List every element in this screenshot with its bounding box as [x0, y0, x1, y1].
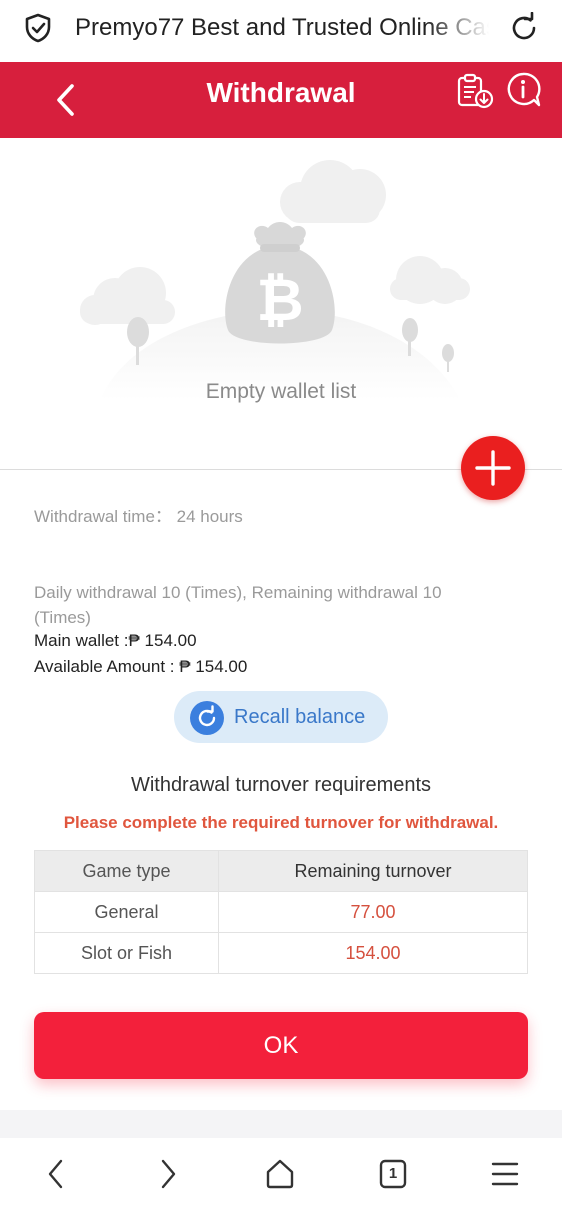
main-wallet-text: Main wallet :₱ 154.00 [34, 631, 197, 650]
back-icon[interactable] [38, 1156, 74, 1192]
recall-balance-button[interactable]: Recall balance [174, 691, 388, 743]
page-footer-strip [0, 1110, 562, 1138]
remaining-turnover-cell: 77.00 [218, 891, 528, 933]
browser-address-bar: Premyo77 Best and Trusted Online Casino [0, 0, 562, 62]
empty-wallet-text: Empty wallet list [205, 380, 357, 403]
home-icon[interactable] [262, 1156, 298, 1192]
forward-icon[interactable] [150, 1156, 186, 1192]
turnover-warning: Please complete the required turnover fo… [63, 813, 499, 832]
records-clipboard-icon[interactable] [456, 73, 494, 109]
column-header-game-type: Game type [34, 850, 219, 892]
remaining-turnover-cell: 154.00 [218, 932, 528, 974]
withdrawal-time-text: Withdrawal time： 24 hours [34, 507, 243, 526]
refresh-icon [190, 701, 224, 735]
info-help-icon[interactable] [504, 71, 542, 109]
reload-icon[interactable] [508, 12, 540, 44]
table-row: General 77.00 [34, 891, 528, 933]
turnover-title: Withdrawal turnover requirements [130, 774, 432, 796]
table-row: Slot or Fish 154.00 [34, 932, 528, 974]
tabs-button[interactable]: 1 [375, 1156, 411, 1192]
menu-icon[interactable] [487, 1156, 523, 1192]
ok-button[interactable]: OK [34, 1012, 528, 1079]
add-wallet-button[interactable] [461, 436, 525, 500]
app-header: Withdrawal [0, 62, 562, 138]
empty-wallet-illustration: ₿ [80, 160, 470, 400]
available-amount-text: Available Amount : ₱ 154.00 [34, 657, 248, 676]
recall-balance-label: Recall balance [234, 706, 366, 728]
game-type-cell: Slot or Fish [34, 932, 219, 974]
daily-withdrawal-text: Daily withdrawal 10 (Times), Remaining w… [34, 583, 442, 627]
svg-text:₿: ₿ [256, 268, 303, 333]
plus-icon [475, 450, 511, 486]
tab-count: 1 [388, 1165, 398, 1182]
page-title-url[interactable]: Premyo77 Best and Trusted Online Casino [75, 14, 489, 42]
game-type-cell: General [34, 891, 219, 933]
turnover-table: Game type Remaining turnover General 77.… [34, 850, 528, 974]
column-header-remaining: Remaining turnover [218, 850, 528, 892]
browser-bottom-nav: 1 [0, 1138, 562, 1212]
shield-check-icon[interactable] [24, 13, 52, 43]
table-header-row: Game type Remaining turnover [34, 850, 528, 892]
